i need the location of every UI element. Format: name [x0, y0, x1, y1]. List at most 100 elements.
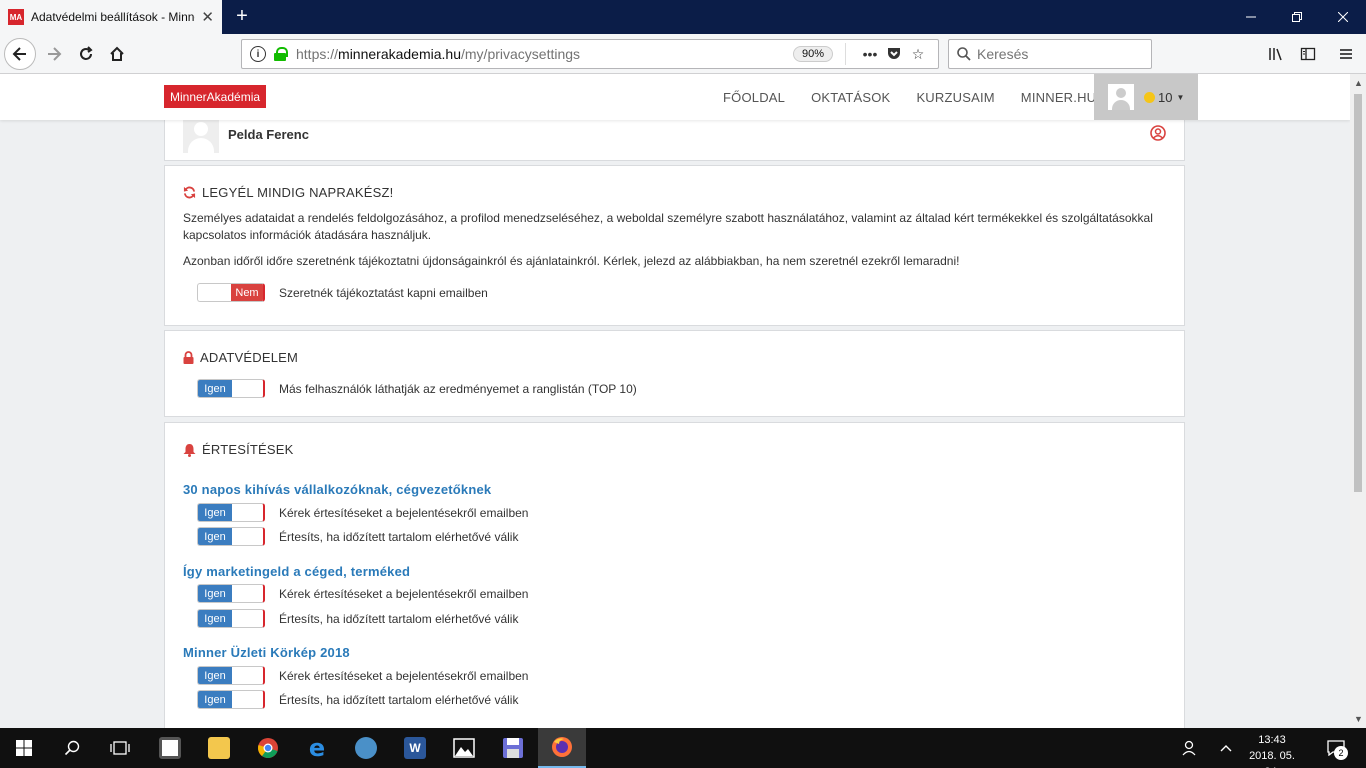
toggle-label: Értesíts, ha időzített tartalom elérhető…	[279, 611, 519, 626]
taskbar-file-explorer[interactable]	[195, 728, 243, 768]
task-view-icon	[110, 741, 130, 755]
toggle-label: Kérek értesítéseket a bejelentésekről em…	[279, 586, 529, 601]
nav-link-home[interactable]: FŐOLDAL	[710, 74, 798, 120]
newsletter-email-toggle[interactable]: Nem	[197, 283, 265, 302]
new-tab-button[interactable]: +	[230, 4, 254, 28]
task-view-button[interactable]	[96, 728, 144, 768]
toggle-state: Igen	[198, 610, 232, 627]
toggle-label: Értesíts, ha időzített tartalom elérhető…	[279, 529, 519, 544]
nav-link-my-courses[interactable]: KURZUSAIM	[903, 74, 1007, 120]
url-text[interactable]: https://minnerakademia.hu/my/privacysett…	[296, 46, 580, 62]
privacy-toggle-row: Igen Más felhasználók láthatják az eredm…	[197, 379, 637, 398]
toggle-state: Igen	[198, 691, 232, 708]
photos-icon	[453, 738, 475, 758]
toggle-state: Igen	[198, 380, 232, 397]
minimize-icon	[1246, 16, 1256, 18]
toggle-state: Igen	[198, 667, 232, 684]
scrollbar-thumb[interactable]	[1354, 94, 1362, 492]
pocket-icon[interactable]	[882, 45, 906, 64]
user-circle-icon[interactable]	[1150, 125, 1166, 141]
course-2-email-row: Igen Kérek értesítéseket a bejelentésekr…	[197, 584, 528, 603]
course-1-scheduled-row: Igen Értesíts, ha időzített tartalom elé…	[197, 527, 518, 546]
bookmark-star-icon[interactable]: ☆	[906, 46, 930, 63]
taskbar-firefox[interactable]	[538, 728, 586, 768]
taskbar-chrome[interactable]	[244, 728, 292, 768]
user-menu-dropdown[interactable]: 10 ▼	[1094, 74, 1198, 120]
close-icon	[1338, 12, 1348, 22]
course-3-scheduled-toggle[interactable]: Igen	[197, 690, 265, 709]
search-icon	[64, 740, 80, 756]
clock-time: 13:43	[1258, 734, 1286, 746]
scroll-down-icon[interactable]: ▼	[1354, 714, 1363, 724]
course-2-email-toggle[interactable]: Igen	[197, 584, 265, 603]
hamburger-menu-icon[interactable]	[1334, 42, 1358, 66]
course-title-link[interactable]: Minner Üzleti Körkép 2018	[183, 645, 350, 660]
back-button[interactable]	[4, 38, 36, 70]
address-bar[interactable]: i https://minnerakademia.hu/my/privacyse…	[241, 39, 939, 69]
newsletter-title-row: LEGYÉL MINDIG NAPRAKÉSZ!	[183, 185, 393, 200]
search-box[interactable]	[948, 39, 1152, 69]
zoom-level-badge[interactable]: 90%	[792, 46, 833, 62]
newsletter-paragraph-2: Azonban időről időre szeretnénk tájékozt…	[183, 254, 960, 268]
leaderboard-visibility-toggle[interactable]: Igen	[197, 379, 265, 398]
privacy-title-row: ADATVÉDELEM	[183, 350, 298, 365]
taskbar-thunderbird[interactable]	[342, 728, 390, 768]
brand-logo[interactable]: MinnerAkadémia	[164, 85, 267, 108]
toggle-state: Igen	[198, 585, 232, 602]
system-clock[interactable]: 13:43 2018. 05. 24.	[1240, 732, 1304, 768]
lock-icon[interactable]	[274, 47, 288, 61]
notification-count-badge: 2	[1334, 746, 1348, 760]
course-3-email-row: Igen Kérek értesítéseket a bejelentésekr…	[197, 666, 528, 685]
taskbar-photos[interactable]	[440, 728, 488, 768]
course-1-email-toggle[interactable]: Igen	[197, 503, 265, 522]
info-icon[interactable]: i	[250, 46, 266, 62]
page-scrollbar[interactable]: ▲ ▼	[1350, 74, 1366, 728]
newsletter-paragraph-1: Személyes adataidat a rendelés feldolgoz…	[183, 211, 1153, 242]
taskbar-word[interactable]: W	[391, 728, 439, 768]
nav-link-courses[interactable]: OKTATÁSOK	[798, 74, 903, 120]
notifications-card: ÉRTESÍTÉSEK 30 napos kihívás vállalkozók…	[164, 422, 1185, 728]
course-2-scheduled-toggle[interactable]: Igen	[197, 609, 265, 628]
mail-client-icon	[355, 737, 377, 759]
home-button[interactable]	[101, 38, 133, 70]
taskbar-save-app[interactable]	[489, 728, 537, 768]
taskbar-store[interactable]	[146, 728, 194, 768]
scroll-up-icon[interactable]: ▲	[1354, 78, 1363, 88]
course-3-email-toggle[interactable]: Igen	[197, 666, 265, 685]
notifications-title: ÉRTESÍTÉSEK	[202, 442, 294, 457]
store-icon	[159, 737, 181, 759]
library-icon[interactable]	[1264, 42, 1288, 66]
sidebar-icon[interactable]	[1296, 42, 1320, 66]
firefox-icon	[552, 737, 572, 757]
coin-icon	[1144, 91, 1155, 103]
search-input[interactable]	[977, 46, 1137, 62]
browser-toolbar: i https://minnerakademia.hu/my/privacyse…	[0, 34, 1366, 74]
toggle-label: Kérek értesítéseket a bejelentésekről em…	[279, 668, 529, 683]
chevron-down-icon: ▼	[1176, 92, 1185, 102]
start-button[interactable]	[0, 728, 48, 768]
profile-name: Pelda Ferenc	[228, 127, 309, 142]
page-viewport: MinnerAkadémia FŐOLDAL OKTATÁSOK KURZUSA…	[0, 74, 1350, 728]
privacy-title: ADATVÉDELEM	[200, 350, 299, 365]
reload-button[interactable]	[70, 38, 102, 70]
course-1-scheduled-toggle[interactable]: Igen	[197, 527, 265, 546]
page-actions-icon[interactable]: •••	[858, 46, 882, 62]
minimize-window-button[interactable]	[1228, 0, 1274, 34]
taskbar-search-button[interactable]	[48, 728, 96, 768]
close-tab-icon[interactable]: ✕	[201, 10, 214, 25]
bell-icon	[183, 443, 196, 457]
floppy-disk-icon	[503, 738, 523, 758]
toggle-state: Igen	[198, 504, 232, 521]
forward-button[interactable]	[38, 38, 70, 70]
tab-title: Adatvédelmi beállítások - Minner Akadémi…	[31, 10, 195, 24]
course-title-link[interactable]: Így marketingeld a céged, terméked	[183, 564, 410, 579]
reload-icon	[80, 46, 93, 60]
restore-window-button[interactable]	[1274, 0, 1320, 34]
site-header: MinnerAkadémia FŐOLDAL OKTATÁSOK KURZUSA…	[0, 74, 1350, 120]
course-title-link[interactable]: 30 napos kihívás vállalkozóknak, cégveze…	[183, 482, 491, 497]
toggle-label: Kérek értesítéseket a bejelentésekről em…	[279, 505, 529, 520]
close-window-button[interactable]	[1320, 0, 1366, 34]
newsletter-toggle-row: Nem Szeretnék tájékoztatást kapni emailb…	[197, 283, 488, 302]
taskbar-edge[interactable]: e	[293, 728, 341, 768]
browser-tab[interactable]: MA Adatvédelmi beállítások - Minner Akad…	[0, 0, 222, 34]
